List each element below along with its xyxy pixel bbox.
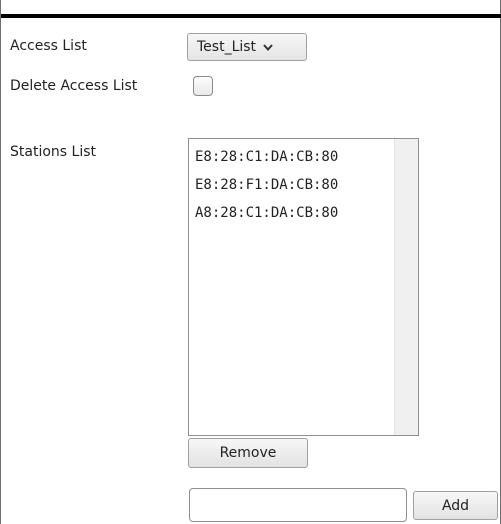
- top-divider: [1, 14, 501, 18]
- add-button[interactable]: Add: [413, 491, 498, 520]
- access-list-label: Access List: [10, 38, 87, 54]
- access-list-selected-value: Test_List: [197, 39, 257, 55]
- remove-button[interactable]: Remove: [188, 438, 308, 468]
- list-item[interactable]: E8:28:F1:DA:CB:80: [195, 177, 338, 193]
- list-item[interactable]: A8:28:C1:DA:CB:80: [195, 205, 338, 221]
- chevron-down-icon: [263, 44, 273, 52]
- delete-access-list-checkbox[interactable]: [193, 76, 213, 96]
- access-list-select[interactable]: Test_List: [187, 33, 307, 61]
- stations-listbox[interactable]: E8:28:C1:DA:CB:80 E8:28:F1:DA:CB:80 A8:2…: [188, 138, 419, 436]
- delete-access-list-label: Delete Access List: [10, 78, 138, 94]
- access-list-panel: Access List Test_List Delete Access List…: [0, 0, 501, 524]
- stations-list-label: Stations List: [10, 144, 96, 160]
- station-mac-input[interactable]: [189, 488, 407, 522]
- listbox-scrollbar[interactable]: [394, 139, 418, 435]
- list-item[interactable]: E8:28:C1:DA:CB:80: [195, 149, 338, 165]
